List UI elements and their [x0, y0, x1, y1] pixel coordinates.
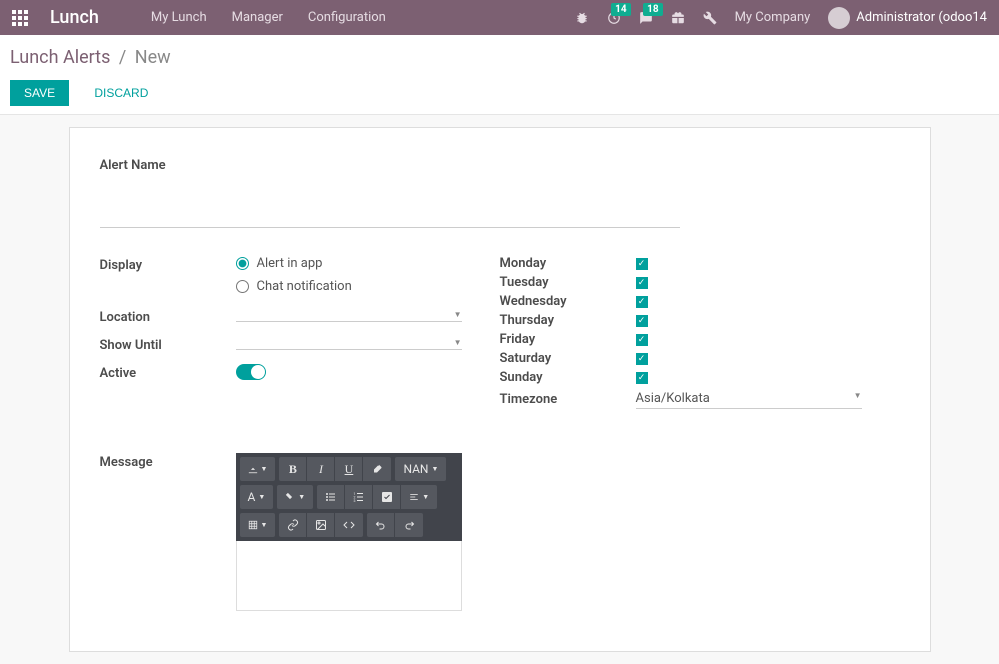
avatar[interactable]	[828, 7, 850, 29]
checkbox-tue[interactable]: ✓	[636, 277, 648, 289]
font-size-button[interactable]: NAN▼	[395, 457, 446, 481]
display-chat-radio[interactable]	[236, 280, 249, 293]
day-label-sun: Sunday	[500, 370, 636, 385]
bold-button[interactable]: B	[279, 457, 307, 481]
day-label-sat: Saturday	[500, 351, 636, 366]
display-label: Display	[100, 256, 236, 273]
chat-badge: 18	[643, 3, 662, 16]
day-label-fri: Friday	[500, 332, 636, 347]
clock-icon[interactable]: 14	[607, 11, 621, 25]
discard-button[interactable]: DISCARD	[84, 80, 158, 106]
editor-toolbar: ▼ B I U NAN▼ A▼ ▼	[236, 453, 462, 541]
show-until-select[interactable]: ▼	[236, 336, 462, 350]
save-button[interactable]: SAVE	[10, 80, 69, 106]
checkbox-wed[interactable]: ✓	[636, 296, 648, 308]
checkbox-sat[interactable]: ✓	[636, 353, 648, 365]
nav-my-lunch[interactable]: My Lunch	[151, 10, 207, 25]
timezone-label: Timezone	[500, 392, 636, 407]
checkbox-mon[interactable]: ✓	[636, 258, 648, 270]
alert-name-input[interactable]	[100, 201, 680, 228]
day-label-mon: Monday	[500, 256, 636, 271]
breadcrumb-current: New	[135, 47, 171, 68]
font-color-button[interactable]: A▼	[240, 485, 274, 509]
undo-button[interactable]	[367, 513, 395, 537]
checkbox-thu[interactable]: ✓	[636, 315, 648, 327]
nav-configuration[interactable]: Configuration	[308, 10, 386, 25]
checkbox-fri[interactable]: ✓	[636, 334, 648, 346]
bg-color-button[interactable]: ▼	[277, 485, 313, 509]
day-label-thu: Thursday	[500, 313, 636, 328]
location-label: Location	[100, 308, 236, 325]
link-button[interactable]	[279, 513, 307, 537]
apps-icon[interactable]	[12, 10, 28, 26]
bug-icon[interactable]	[575, 11, 589, 25]
gift-icon[interactable]	[671, 11, 685, 25]
timezone-select[interactable]: Asia/Kolkata ▼	[636, 389, 862, 409]
active-label: Active	[100, 364, 236, 381]
app-brand[interactable]: Lunch	[50, 7, 99, 28]
wrench-icon[interactable]	[703, 11, 717, 25]
chat-icon[interactable]: 18	[639, 11, 653, 25]
checkbox-sun[interactable]: ✓	[636, 372, 648, 384]
alert-name-label: Alert Name	[100, 158, 900, 173]
company-name[interactable]: My Company	[735, 10, 811, 25]
message-label: Message	[100, 453, 236, 611]
svg-text:3: 3	[353, 499, 355, 503]
day-label-wed: Wednesday	[500, 294, 636, 309]
nav-manager[interactable]: Manager	[232, 10, 283, 25]
underline-button[interactable]: U	[335, 457, 363, 481]
align-button[interactable]: ▼	[401, 485, 437, 509]
table-button[interactable]: ▼	[240, 513, 276, 537]
ol-button[interactable]: 123	[345, 485, 373, 509]
checklist-button[interactable]	[373, 485, 401, 509]
style-button[interactable]: ▼	[240, 457, 276, 481]
erase-button[interactable]	[363, 457, 391, 481]
rich-text-editor: ▼ B I U NAN▼ A▼ ▼	[236, 453, 462, 611]
italic-button[interactable]: I	[307, 457, 335, 481]
breadcrumb-bar: Lunch Alerts / New SAVE DISCARD	[0, 35, 999, 115]
breadcrumb-parent[interactable]: Lunch Alerts	[10, 47, 110, 68]
active-toggle[interactable]	[236, 364, 266, 380]
show-until-label: Show Until	[100, 336, 236, 353]
location-select[interactable]: ▼	[236, 308, 462, 322]
day-label-tue: Tuesday	[500, 275, 636, 290]
editor-body[interactable]	[236, 541, 462, 611]
display-app-radio[interactable]	[236, 257, 249, 270]
form-card: Alert Name Display Alert in app Chat not…	[69, 127, 931, 652]
display-app-label: Alert in app	[257, 256, 323, 271]
top-navbar: Lunch My Lunch Manager Configuration 14 …	[0, 0, 999, 35]
ul-button[interactable]	[317, 485, 345, 509]
user-name[interactable]: Administrator (odoo14	[856, 10, 987, 25]
image-button[interactable]	[307, 513, 335, 537]
redo-button[interactable]	[395, 513, 423, 537]
clock-badge: 14	[611, 3, 630, 16]
display-chat-label: Chat notification	[257, 279, 352, 294]
code-button[interactable]	[335, 513, 363, 537]
timezone-value: Asia/Kolkata	[636, 391, 710, 406]
breadcrumb: Lunch Alerts / New	[10, 47, 989, 68]
